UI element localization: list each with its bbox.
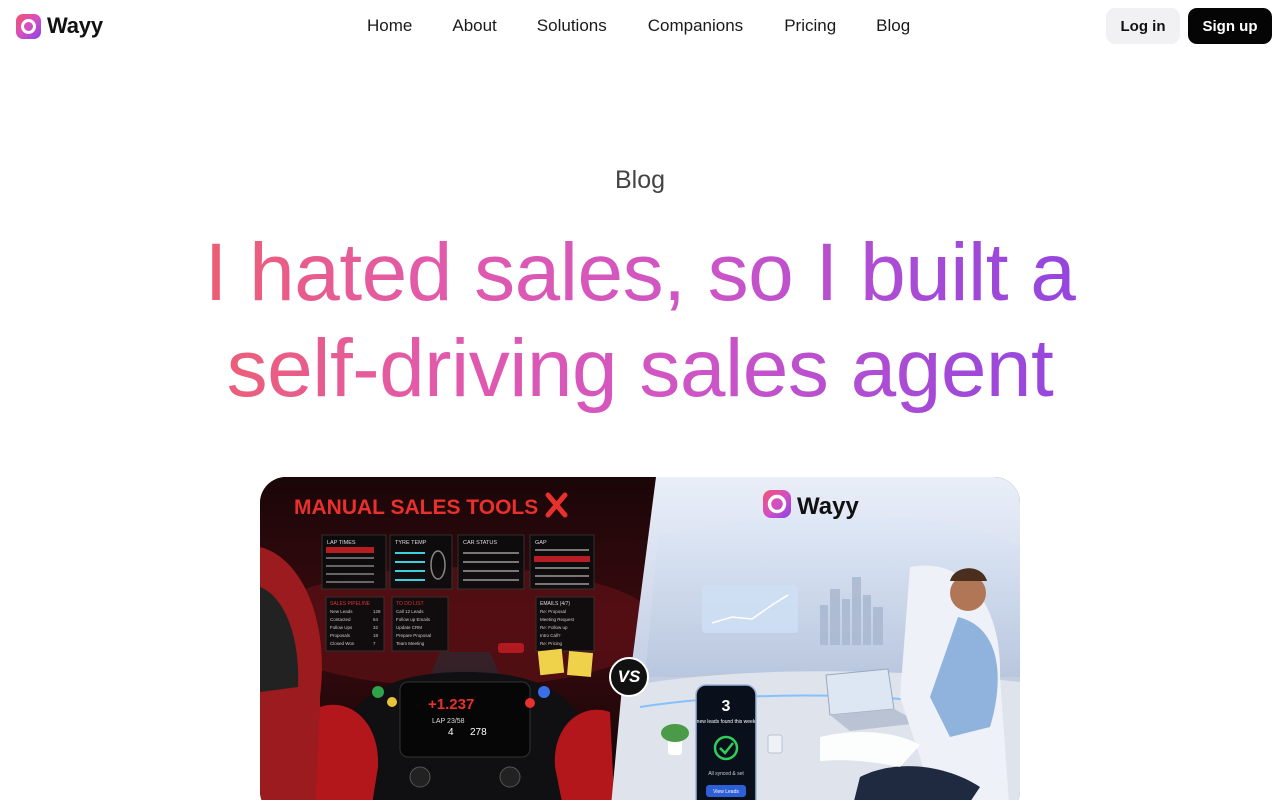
svg-text:32: 32: [373, 625, 379, 630]
phone-card: 3 new leads found this week All synced &…: [695, 684, 757, 800]
svg-text:Contacted: Contacted: [330, 617, 351, 622]
wayy-logo-icon: [763, 490, 791, 518]
svg-text:Team Meeting: Team Meeting: [396, 641, 425, 646]
section-eyebrow: Blog: [614, 166, 666, 194]
nav-solutions-link[interactable]: Solutions: [537, 15, 607, 37]
nav-about-link[interactable]: About: [452, 15, 496, 37]
svg-text:New Leads: New Leads: [330, 609, 353, 614]
sticky-note: [537, 648, 565, 676]
svg-text:Update CRM: Update CRM: [396, 625, 422, 630]
svg-text:Intro Call?: Intro Call?: [540, 633, 561, 638]
top-navigation: Wayy Home About Solutions Companions Pri…: [0, 0, 1280, 52]
dash-lap: LAP 23/58: [432, 718, 465, 725]
nav-pricing-link[interactable]: Pricing: [784, 15, 836, 37]
svg-text:128: 128: [373, 609, 381, 614]
nav-blog-link[interactable]: Blog: [876, 15, 910, 37]
svg-text:18: 18: [373, 633, 379, 638]
svg-text:SALES PIPELINE: SALES PIPELINE: [330, 601, 371, 607]
svg-text:GAP: GAP: [535, 540, 547, 546]
svg-text:CAR STATUS: CAR STATUS: [463, 540, 497, 546]
svg-text:TO DO LIST: TO DO LIST: [396, 601, 424, 607]
phone-count: 3: [722, 698, 731, 715]
tyre-temp-panel: TYRE TEMP: [389, 534, 453, 590]
phone-button: View Leads: [713, 789, 739, 795]
emails-panel: EMAILS (4/7) Re: Proposal Meeting Reques…: [535, 596, 595, 652]
brand-home-link[interactable]: Wayy: [16, 13, 103, 39]
phone-text: new leads found this week: [697, 719, 756, 725]
dash-gear: 4: [448, 727, 454, 738]
svg-text:Wayy: Wayy: [797, 493, 859, 520]
wayy-logo-icon: [16, 13, 41, 39]
illustration-canvas: MANUAL SALES TOOLS LAP TIMES TYRE TEMP C…: [260, 477, 1020, 800]
svg-text:LAP TIMES: LAP TIMES: [327, 540, 356, 546]
svg-text:TYRE TEMP: TYRE TEMP: [395, 540, 427, 546]
svg-text:Proposals: Proposals: [330, 633, 351, 638]
page-title: I hated sales, so I built a self-driving…: [140, 225, 1140, 417]
svg-text:Re: Follow up: Re: Follow up: [540, 625, 568, 630]
svg-text:Prepare Proposal: Prepare Proposal: [396, 633, 431, 638]
main-menu: Home About Solutions Companions Pricing …: [367, 15, 910, 37]
svg-text:Re: Pricing: Re: Pricing: [540, 641, 563, 646]
car-status-panel: CAR STATUS: [457, 534, 525, 590]
sales-pipeline-panel: SALES PIPELINE New Leads 128 Contacted 6…: [325, 596, 385, 652]
svg-text:Follow Ups: Follow Ups: [330, 625, 353, 630]
vs-badge: VS: [609, 657, 649, 697]
sticky-note: [566, 650, 594, 678]
svg-text:Closed Won: Closed Won: [330, 641, 355, 646]
brand-name: Wayy: [47, 13, 103, 38]
todo-list-panel: TO DO LIST Call 12 Leads Follow up Email…: [391, 596, 449, 652]
svg-text:64: 64: [373, 617, 379, 622]
svg-text:Meeting Request: Meeting Request: [540, 617, 575, 622]
svg-text:Re: Proposal: Re: Proposal: [540, 609, 566, 614]
right-panel-brand: Wayy: [763, 490, 859, 520]
hero-illustration: MANUAL SALES TOOLS LAP TIMES TYRE TEMP C…: [260, 477, 1020, 800]
hologram-chart: [702, 585, 798, 633]
login-button[interactable]: Log in: [1106, 8, 1180, 44]
phone-status: All synced & set: [708, 771, 744, 777]
nav-home-link[interactable]: Home: [367, 15, 412, 37]
dash-delta: +1.237: [428, 696, 474, 713]
svg-text:EMAILS (4/7): EMAILS (4/7): [540, 601, 570, 607]
nav-companions-link[interactable]: Companions: [648, 15, 743, 37]
lap-times-panel: LAP TIMES: [321, 534, 387, 590]
svg-text:Follow up Emails: Follow up Emails: [396, 617, 431, 622]
svg-text:Call 12 Leads: Call 12 Leads: [396, 609, 424, 614]
gap-panel: GAP: [529, 534, 595, 590]
left-panel-title: MANUAL SALES TOOLS: [294, 496, 538, 519]
signup-button[interactable]: Sign up: [1188, 8, 1272, 44]
dash-speed: 278: [470, 727, 487, 738]
